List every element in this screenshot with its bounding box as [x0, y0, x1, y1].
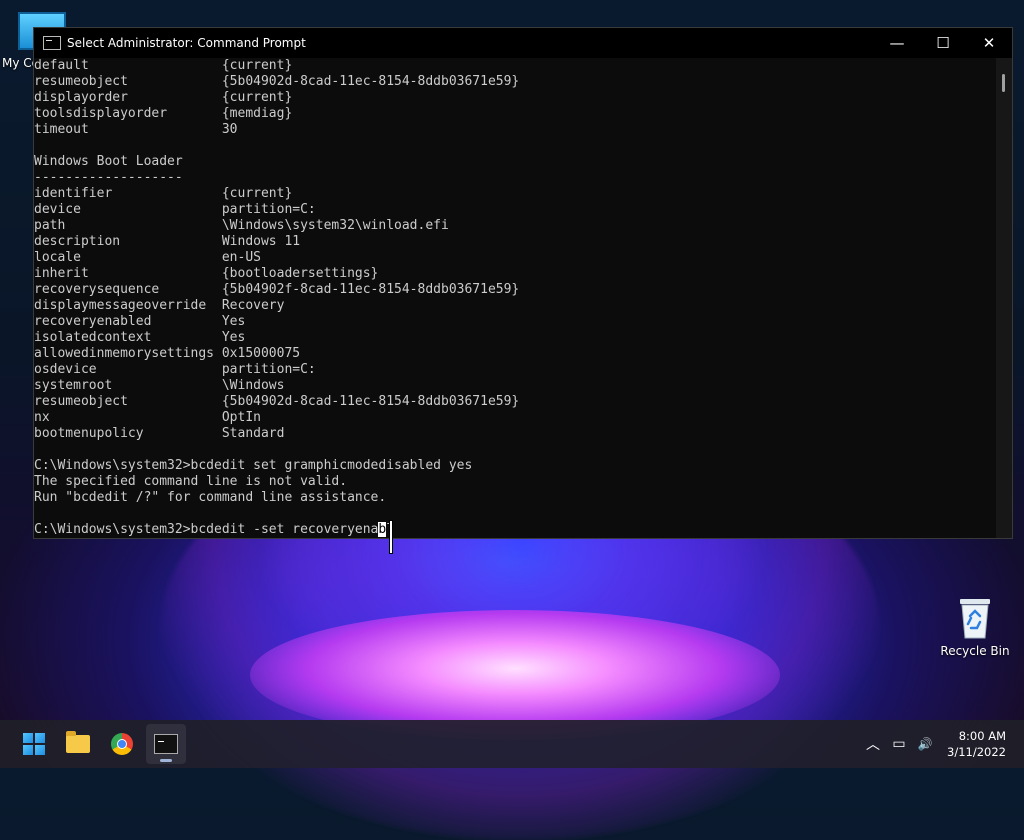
console-line: ------------------- [34, 170, 183, 185]
desktop-icon-label: Recycle Bin [940, 644, 1010, 658]
console-line: allowedinmemorysettings 0x15000075 [34, 346, 301, 361]
clock[interactable]: 8:00 AM 3/11/2022 [947, 728, 1006, 760]
terminal-icon [154, 734, 178, 754]
maximize-button[interactable]: ☐ [920, 28, 966, 58]
console-line: osdevice partition=C: [34, 362, 316, 377]
recycle-bin-icon [957, 596, 993, 640]
console-line: Windows Boot Loader [34, 154, 183, 169]
clock-time: 8:00 AM [958, 729, 1006, 743]
console-line: bootmenupolicy Standard [34, 426, 285, 441]
console-line: systemroot \Windows [34, 378, 285, 393]
chrome-icon [111, 733, 133, 755]
windows-logo-icon [23, 733, 45, 755]
console-line: path \Windows\system32\winload.efi [34, 218, 449, 233]
network-icon[interactable]: ▭ [887, 736, 911, 752]
taskbar-chrome[interactable] [102, 724, 142, 764]
system-tray: ︿ ▭ 🔊 8:00 AM 3/11/2022 [861, 720, 1024, 768]
clock-date: 3/11/2022 [947, 745, 1006, 759]
console-line: inherit {bootloadersettings} [34, 266, 379, 281]
console-line: recoverysequence {5b04902f-8cad-11ec-815… [34, 282, 520, 297]
console-line: description Windows 11 [34, 234, 301, 249]
command-prompt-window[interactable]: Select Administrator: Command Prompt — ☐… [33, 27, 1013, 539]
chevron-up-icon[interactable]: ︿ [861, 734, 885, 754]
taskbar-command-prompt[interactable] [146, 724, 186, 764]
minimize-button[interactable]: — [874, 28, 920, 58]
console-line: displayorder {current} [34, 90, 293, 105]
console-line: default {current} [34, 58, 293, 73]
window-title: Select Administrator: Command Prompt [67, 36, 306, 50]
desktop-icon-recycle-bin[interactable]: Recycle Bin [940, 596, 1010, 658]
console-line: recoveryenabled Yes [34, 314, 246, 329]
scrollbar-thumb[interactable] [1002, 74, 1005, 92]
console-line: timeout 30 [34, 122, 238, 137]
console-output[interactable]: default {current} resumeobject {5b04902d-… [34, 58, 996, 538]
console-line: Run "bcdedit /?" for command line assist… [34, 490, 387, 505]
console-line: identifier {current} [34, 186, 293, 201]
console-prompt-line[interactable]: C:\Windows\system32>bcdedit -set recover… [34, 522, 996, 538]
taskbar: ︿ ▭ 🔊 8:00 AM 3/11/2022 [0, 720, 1024, 768]
console-line: locale en-US [34, 250, 261, 265]
folder-icon [66, 731, 90, 753]
prompt-text: C:\Windows\system32>bcdedit -set recover… [34, 522, 379, 537]
taskbar-file-explorer[interactable] [58, 724, 98, 764]
close-button[interactable]: ✕ [966, 28, 1012, 58]
console-line: isolatedcontext Yes [34, 330, 246, 345]
volume-icon[interactable]: 🔊 [913, 737, 937, 751]
console-line: device partition=C: [34, 202, 316, 217]
console-line: resumeobject {5b04902d-8cad-11ec-8154-8d… [34, 394, 520, 409]
console-line: The specified command line is not valid. [34, 474, 348, 489]
text-cursor-icon [389, 521, 393, 553]
vertical-scrollbar[interactable] [996, 58, 1012, 538]
console-line: toolsdisplayorder {memdiag} [34, 106, 293, 121]
console-line: displaymessageoverride Recovery [34, 298, 285, 313]
console-line: C:\Windows\system32>bcdedit set gramphic… [34, 458, 473, 473]
console-line: resumeobject {5b04902d-8cad-11ec-8154-8d… [34, 74, 520, 89]
console-line: nx OptIn [34, 410, 261, 425]
terminal-icon [43, 36, 61, 50]
window-titlebar[interactable]: Select Administrator: Command Prompt — ☐… [34, 28, 1012, 58]
start-button[interactable] [14, 724, 54, 764]
